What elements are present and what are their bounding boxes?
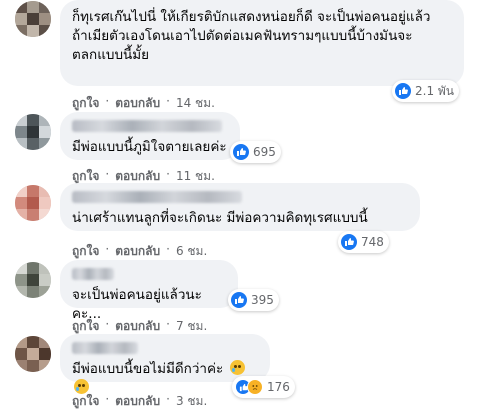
comment-bubble: มีพ่อแบบนี้ภูมิใจตายเลยค่ะ (60, 112, 240, 160)
reaction-badge[interactable]: 695 (230, 141, 281, 163)
like-icon (231, 292, 247, 308)
avatar[interactable] (15, 114, 51, 150)
like-link[interactable]: ถูกใจ (72, 242, 99, 261)
commenter-name-blurred[interactable] (72, 120, 222, 132)
avatar[interactable] (15, 1, 51, 37)
like-link[interactable]: ถูกใจ (72, 392, 99, 411)
comment-text-value: มีพ่อแบบนี้ขอไม่มีดีกว่าค่ะ (72, 361, 224, 377)
like-icon (395, 83, 411, 99)
like-icon (341, 234, 357, 250)
comment-text: น่าเศร้าแทนลูกที่จะเกิดนะ มีพ่อความคิดทุ… (72, 210, 368, 226)
reaction-count: 395 (251, 293, 274, 307)
comment-text: มีพ่อแบบนี้ภูมิใจตายเลยค่ะ (72, 139, 227, 155)
reply-link[interactable]: ตอบกลับ (115, 94, 160, 113)
comment-bubble: น่าเศร้าแทนลูกที่จะเกิดนะ มีพ่อความคิดทุ… (60, 183, 420, 231)
timestamp[interactable]: 14 ชม. (176, 94, 215, 113)
timestamp[interactable]: 3 ชม. (176, 392, 207, 411)
comment-bubble: จะเป็นพ่อคนอยู่แล้วนะคะ... (60, 260, 238, 322)
reaction-count: 748 (361, 235, 384, 249)
avatar[interactable] (15, 262, 51, 298)
reaction-badge[interactable]: 395 (228, 289, 279, 311)
comment-actions: ถูกใจ · ตอบกลับ · 14 ชม. (72, 94, 215, 113)
avatar[interactable] (15, 185, 51, 221)
avatar[interactable] (15, 336, 51, 372)
commenter-name-blurred[interactable] (72, 342, 138, 354)
comment-text-line: ก็ทุเรศเก๊นไปนี่ ให้เกียรติบักแสดงหน่อยก… (72, 9, 431, 25)
reaction-badge[interactable]: 176 (232, 376, 295, 398)
comment-bubble: มีพ่อแบบนี้ขอไม่มีดีกว่าค่ะ (60, 334, 270, 394)
reaction-badge[interactable]: 748 (338, 231, 389, 253)
commenter-name-blurred[interactable] (72, 191, 242, 203)
comment-actions: ถูกใจ · ตอบกลับ · 3 ชม. (72, 392, 207, 411)
reaction-count: 176 (267, 380, 290, 394)
crying-emoji (229, 360, 245, 375)
comment-text-line: ตลกแบบนี้มั้ย (72, 47, 150, 63)
comment-bubble: ก็ทุเรศเก๊นไปนี่ ให้เกียรติบักแสดงหน่อยก… (60, 0, 464, 86)
timestamp[interactable]: 6 ชม. (176, 242, 207, 261)
sad-icon (247, 379, 263, 395)
like-link[interactable]: ถูกใจ (72, 94, 99, 113)
reaction-count: 695 (253, 145, 276, 159)
reply-link[interactable]: ตอบกลับ (115, 242, 160, 261)
comment-actions: ถูกใจ · ตอบกลับ · 6 ชม. (72, 242, 207, 261)
reply-link[interactable]: ตอบกลับ (115, 392, 160, 411)
reaction-count: 2.1 พัน (415, 83, 455, 98)
like-icon (233, 144, 249, 160)
comment-text-line: ถ้าเมียตัวเองโดนเอาไปตัดต่อเมคฟันทรามๆแบ… (72, 28, 413, 44)
reaction-badge[interactable]: 2.1 พัน (392, 80, 460, 102)
commenter-name-blurred[interactable] (72, 268, 114, 280)
